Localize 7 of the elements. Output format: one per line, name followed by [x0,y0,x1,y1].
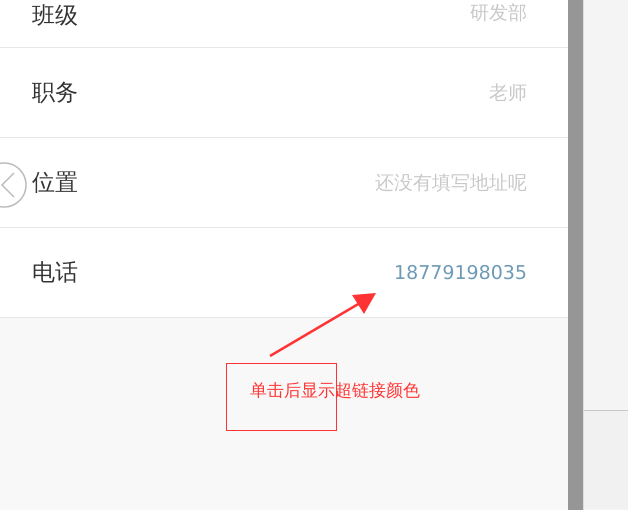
field-label: 班级 [32,2,78,31]
scrollbar[interactable] [568,0,583,510]
back-icon[interactable] [0,160,28,210]
field-label: 位置 [32,169,78,198]
field-label: 电话 [32,259,78,288]
phone-link[interactable]: 18779198035 [394,262,527,284]
field-label: 职务 [32,79,78,108]
